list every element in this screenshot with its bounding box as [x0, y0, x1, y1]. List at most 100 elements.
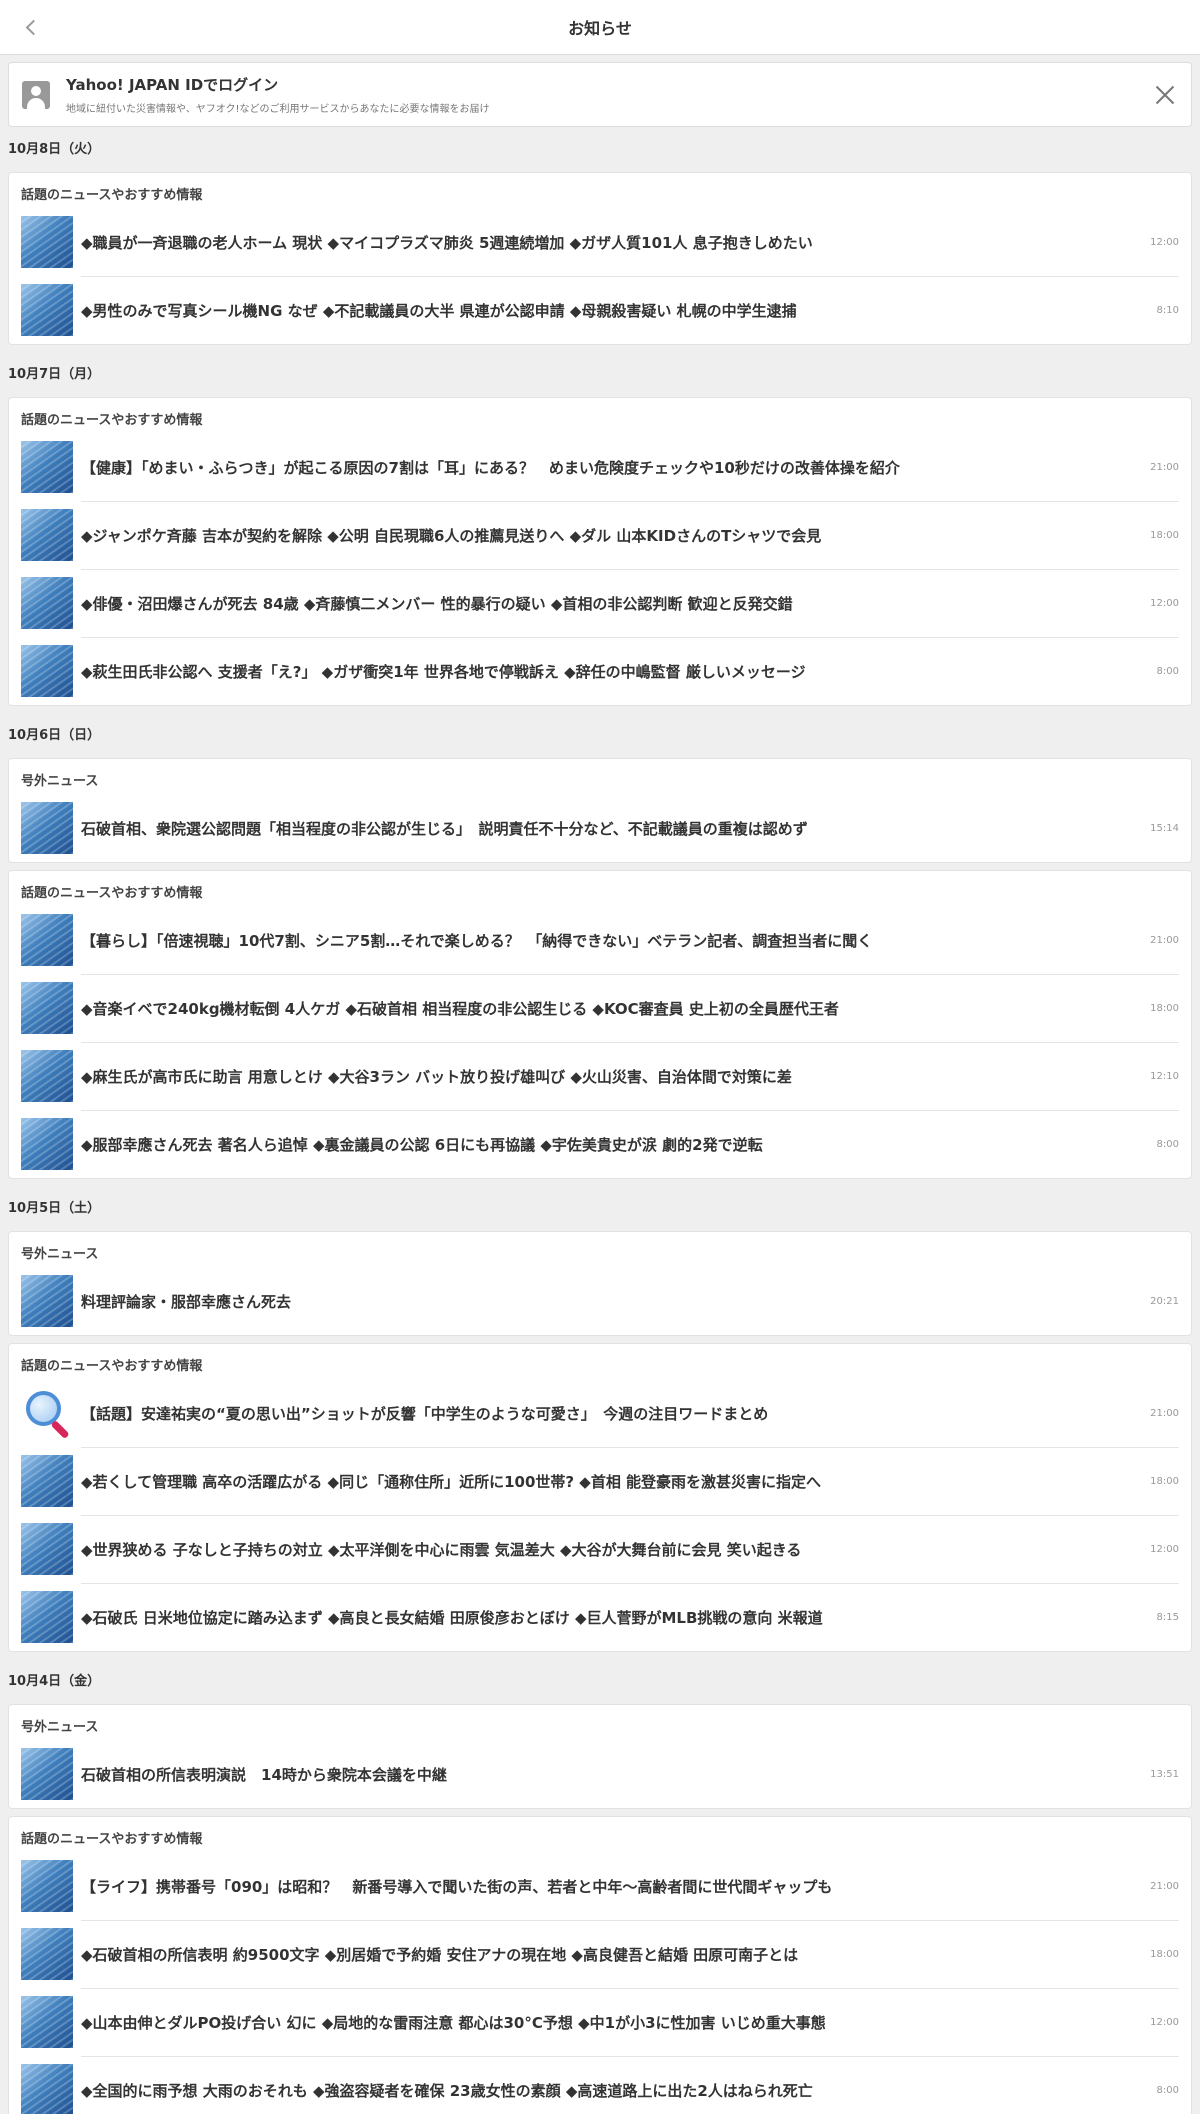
date-heading: 10月8日（火）: [8, 142, 101, 157]
notification-text: ◆ジャンポケ斉藤 吉本が契約を解除 ◆公明 自民現職6人の推薦見送りへ ◆ダル …: [81, 526, 822, 545]
notification-text: ◆服部幸應さん死去 著名人ら追悼 ◆裏金議員の公認 6日にも再協議 ◆宇佐美貴史…: [81, 1135, 763, 1154]
notification-text: ◆音楽イベで240kg機材転倒 4人ケガ ◆石破首相 相当程度の非公認生じる ◆…: [81, 999, 839, 1018]
notification-time: 8:00: [1156, 2084, 1179, 2096]
notification-card: 号外ニュース石破首相の所信表明演説 14時から衆院本会議を中継 13:51: [8, 1704, 1192, 1809]
notification-item[interactable]: 【暮らし】「倍速視聴」10代7割、シニア5割…それで楽しめる？ 「納得できない」…: [9, 906, 1191, 974]
notification-feed: 10月8日（火） 話題のニュースやおすすめ情報 ◆職員が一斉退職の老人ホーム 現状 …: [0, 127, 1200, 2114]
notification-time: 18:00: [1150, 1475, 1179, 1487]
news-thumbnail-icon: [21, 802, 73, 854]
notification-time: 21:00: [1150, 461, 1179, 473]
notification-item[interactable]: ◆萩生田氏非公認へ 支援者「え?」 ◆ガザ衝突1年 世界各地で停戦訴え ◆辞任の…: [9, 637, 1191, 705]
user-avatar-icon: [22, 80, 50, 109]
notification-time: 8:15: [1156, 1611, 1179, 1623]
notification-text: 石破首相の所信表明演説 14時から衆院本会議を中継: [81, 1765, 447, 1784]
notification-time: 12:00: [1150, 1543, 1179, 1555]
notification-item[interactable]: 石破首相の所信表明演説 14時から衆院本会議を中継 13:51: [9, 1740, 1191, 1808]
login-banner[interactable]: Yahoo! JAPAN IDでログイン 地域に紐付いた災害情報や、ヤフオク!な…: [8, 62, 1192, 127]
news-thumbnail-icon: [21, 645, 73, 697]
news-thumbnail-icon: [21, 577, 73, 629]
notification-card: 話題のニュースやおすすめ情報【健康】「めまい・ふらつき」が起こる原因の7割は「耳…: [8, 397, 1192, 706]
notification-text: ◆男性のみで写真シール機NG なぜ ◆不記載議員の大半 県連が公認申請 ◆母親殺…: [81, 301, 797, 320]
notification-card: 号外ニュース料理評論家・服部幸應さん死去 20:21: [8, 1231, 1192, 1336]
notification-time: 21:00: [1150, 934, 1179, 946]
news-thumbnail-icon: [21, 216, 73, 268]
back-icon[interactable]: [18, 14, 44, 40]
news-thumbnail-icon: [21, 1591, 73, 1643]
notification-time: 21:00: [1150, 1407, 1179, 1419]
news-thumbnail-icon: [21, 982, 73, 1034]
notification-time: 12:00: [1150, 2016, 1179, 2028]
notification-text: ◆山本由伸とダルPO投げ合い 幻に ◆局地的な雷雨注意 都心は30°C予想 ◆中…: [81, 2013, 826, 2032]
news-thumbnail-icon: [21, 1928, 73, 1980]
notification-time: 8:00: [1156, 665, 1179, 677]
news-thumbnail-icon: [21, 1748, 73, 1800]
notification-item[interactable]: 料理評論家・服部幸應さん死去 20:21: [9, 1267, 1191, 1335]
notification-card: 話題のニュースやおすすめ情報 ◆職員が一斉退職の老人ホーム 現状 ◆マイコプラズマ…: [8, 172, 1192, 345]
notification-text: ◆石破氏 日米地位協定に踏み込まず ◆高良と長女結婚 田原俊彦おとぼけ ◆巨人菅…: [81, 1608, 823, 1627]
card-category-label: 号外ニュース: [21, 1247, 99, 1262]
notification-item[interactable]: ◆全国的に雨予想 大雨のおそれも ◆強盗容疑者を確保 23歳女性の素顔 ◆高速道…: [9, 2056, 1191, 2114]
notification-item[interactable]: ◆男性のみで写真シール機NG なぜ ◆不記載議員の大半 県連が公認申請 ◆母親殺…: [9, 276, 1191, 344]
notification-text: ◆職員が一斉退職の老人ホーム 現状 ◆マイコプラズマ肺炎 5週連続増加 ◆ガザ人…: [81, 233, 813, 252]
card-category-label: 話題のニュースやおすすめ情報: [21, 886, 203, 901]
notification-time: 12:10: [1150, 1070, 1179, 1082]
card-category-label: 号外ニュース: [21, 774, 99, 789]
magnifier-icon: [21, 1387, 73, 1439]
notification-item[interactable]: 【話題】安達祐実の“夏の思い出”ショットが反響「中学生のような可愛さ」 今週の注…: [9, 1379, 1191, 1447]
notification-time: 18:00: [1150, 1002, 1179, 1014]
notification-item[interactable]: ◆職員が一斉退職の老人ホーム 現状 ◆マイコプラズマ肺炎 5週連続増加 ◆ガザ人…: [9, 208, 1191, 276]
notification-text: ◆萩生田氏非公認へ 支援者「え?」 ◆ガザ衝突1年 世界各地で停戦訴え ◆辞任の…: [81, 662, 806, 681]
notification-item[interactable]: ◆服部幸應さん死去 著名人ら追悼 ◆裏金議員の公認 6日にも再協議 ◆宇佐美貴史…: [9, 1110, 1191, 1178]
login-subtitle: 地域に紐付いた災害情報や、ヤフオク!などのご利用サービスからあなたに必要な情報を…: [66, 104, 490, 115]
date-heading: 10月7日（月）: [8, 367, 101, 382]
notification-item[interactable]: ◆麻生氏が高市氏に助言 用意しとけ ◆大谷3ラン バット放り投げ雄叫び ◆火山災…: [9, 1042, 1191, 1110]
date-heading: 10月4日（金）: [8, 1674, 101, 1689]
notification-item[interactable]: ◆俳優・沼田爆さんが死去 84歳 ◆斉藤慎二メンバー 性的暴行の疑い ◆首相の非…: [9, 569, 1191, 637]
notification-text: ◆若くして管理職 高卒の活躍広がる ◆同じ「通称住所」近所に100世帯? ◆首相…: [81, 1472, 822, 1491]
notification-card: 話題のニュースやおすすめ情報【暮らし】「倍速視聴」10代7割、シニア5割…それで…: [8, 870, 1192, 1179]
notification-item[interactable]: 【健康】「めまい・ふらつき」が起こる原因の7割は「耳」にある？ めまい危険度チェ…: [9, 433, 1191, 501]
notification-time: 20:21: [1150, 1295, 1179, 1307]
notification-item[interactable]: ◆山本由伸とダルPO投げ合い 幻に ◆局地的な雷雨注意 都心は30°C予想 ◆中…: [9, 1988, 1191, 2056]
notification-item[interactable]: ◆石破氏 日米地位協定に踏み込まず ◆高良と長女結婚 田原俊彦おとぼけ ◆巨人菅…: [9, 1583, 1191, 1651]
notification-item[interactable]: 【ライフ】携帯番号「090」は昭和？ 新番号導入で聞いた街の声、若者と中年〜高齢…: [9, 1852, 1191, 1920]
news-thumbnail-icon: [21, 1996, 73, 2048]
notification-card: 話題のニュースやおすすめ情報 【話題】安達祐実の“夏の思い出”ショットが反響「中学…: [8, 1343, 1192, 1652]
news-thumbnail-icon: [21, 914, 73, 966]
notification-text: ◆世界狭める 子なしと子持ちの対立 ◆太平洋側を中心に雨雲 気温差大 ◆大谷が大…: [81, 1540, 802, 1559]
notification-time: 18:00: [1150, 1948, 1179, 1960]
news-thumbnail-icon: [21, 1455, 73, 1507]
notification-text: 【話題】安達祐実の“夏の思い出”ショットが反響「中学生のような可愛さ」 今週の注…: [81, 1404, 769, 1423]
news-thumbnail-icon: [21, 284, 73, 336]
card-category-label: 号外ニュース: [21, 1720, 99, 1735]
close-icon[interactable]: [1151, 81, 1179, 109]
notification-card: 話題のニュースやおすすめ情報【ライフ】携帯番号「090」は昭和？ 新番号導入で聞…: [8, 1816, 1192, 2114]
notification-text: 【健康】「めまい・ふらつき」が起こる原因の7割は「耳」にある？ めまい危険度チェ…: [81, 458, 900, 477]
notification-text: ◆俳優・沼田爆さんが死去 84歳 ◆斉藤慎二メンバー 性的暴行の疑い ◆首相の非…: [81, 594, 793, 613]
notification-item[interactable]: ◆若くして管理職 高卒の活躍広がる ◆同じ「通称住所」近所に100世帯? ◆首相…: [9, 1447, 1191, 1515]
notification-text: 【ライフ】携帯番号「090」は昭和？ 新番号導入で聞いた街の声、若者と中年〜高齢…: [81, 1877, 833, 1896]
notification-time: 12:00: [1150, 236, 1179, 248]
news-thumbnail-icon: [21, 1523, 73, 1575]
notification-text: 料理評論家・服部幸應さん死去: [81, 1292, 292, 1311]
news-thumbnail-icon: [21, 1275, 73, 1327]
card-category-label: 話題のニュースやおすすめ情報: [21, 1832, 203, 1847]
notification-item[interactable]: ◆世界狭める 子なしと子持ちの対立 ◆太平洋側を中心に雨雲 気温差大 ◆大谷が大…: [9, 1515, 1191, 1583]
notification-text: ◆全国的に雨予想 大雨のおそれも ◆強盗容疑者を確保 23歳女性の素顔 ◆高速道…: [81, 2081, 813, 2100]
news-thumbnail-icon: [21, 1860, 73, 1912]
notification-item[interactable]: ◆音楽イベで240kg機材転倒 4人ケガ ◆石破首相 相当程度の非公認生じる ◆…: [9, 974, 1191, 1042]
notification-item[interactable]: ◆石破首相の所信表明 約9500文字 ◆別居婚で予約婚 安住アナの現在地 ◆高良…: [9, 1920, 1191, 1988]
notification-text: 【暮らし】「倍速視聴」10代7割、シニア5割…それで楽しめる？ 「納得できない」…: [81, 931, 873, 950]
card-category-label: 話題のニュースやおすすめ情報: [21, 188, 203, 203]
notification-time: 12:00: [1150, 597, 1179, 609]
notification-item[interactable]: 石破首相、衆院選公認問題「相当程度の非公認が生じる」 説明責任不十分など、不記載…: [9, 794, 1191, 862]
news-thumbnail-icon: [21, 1050, 73, 1102]
notification-time: 13:51: [1150, 1768, 1179, 1780]
notification-time: 18:00: [1150, 529, 1179, 541]
card-category-label: 話題のニュースやおすすめ情報: [21, 413, 203, 428]
notification-item[interactable]: ◆ジャンポケ斉藤 吉本が契約を解除 ◆公明 自民現職6人の推薦見送りへ ◆ダル …: [9, 501, 1191, 569]
page-title: お知らせ: [568, 19, 632, 38]
news-thumbnail-icon: [21, 509, 73, 561]
app-header: お知らせ: [0, 0, 1200, 55]
notification-text: ◆麻生氏が高市氏に助言 用意しとけ ◆大谷3ラン バット放り投げ雄叫び ◆火山災…: [81, 1067, 792, 1086]
